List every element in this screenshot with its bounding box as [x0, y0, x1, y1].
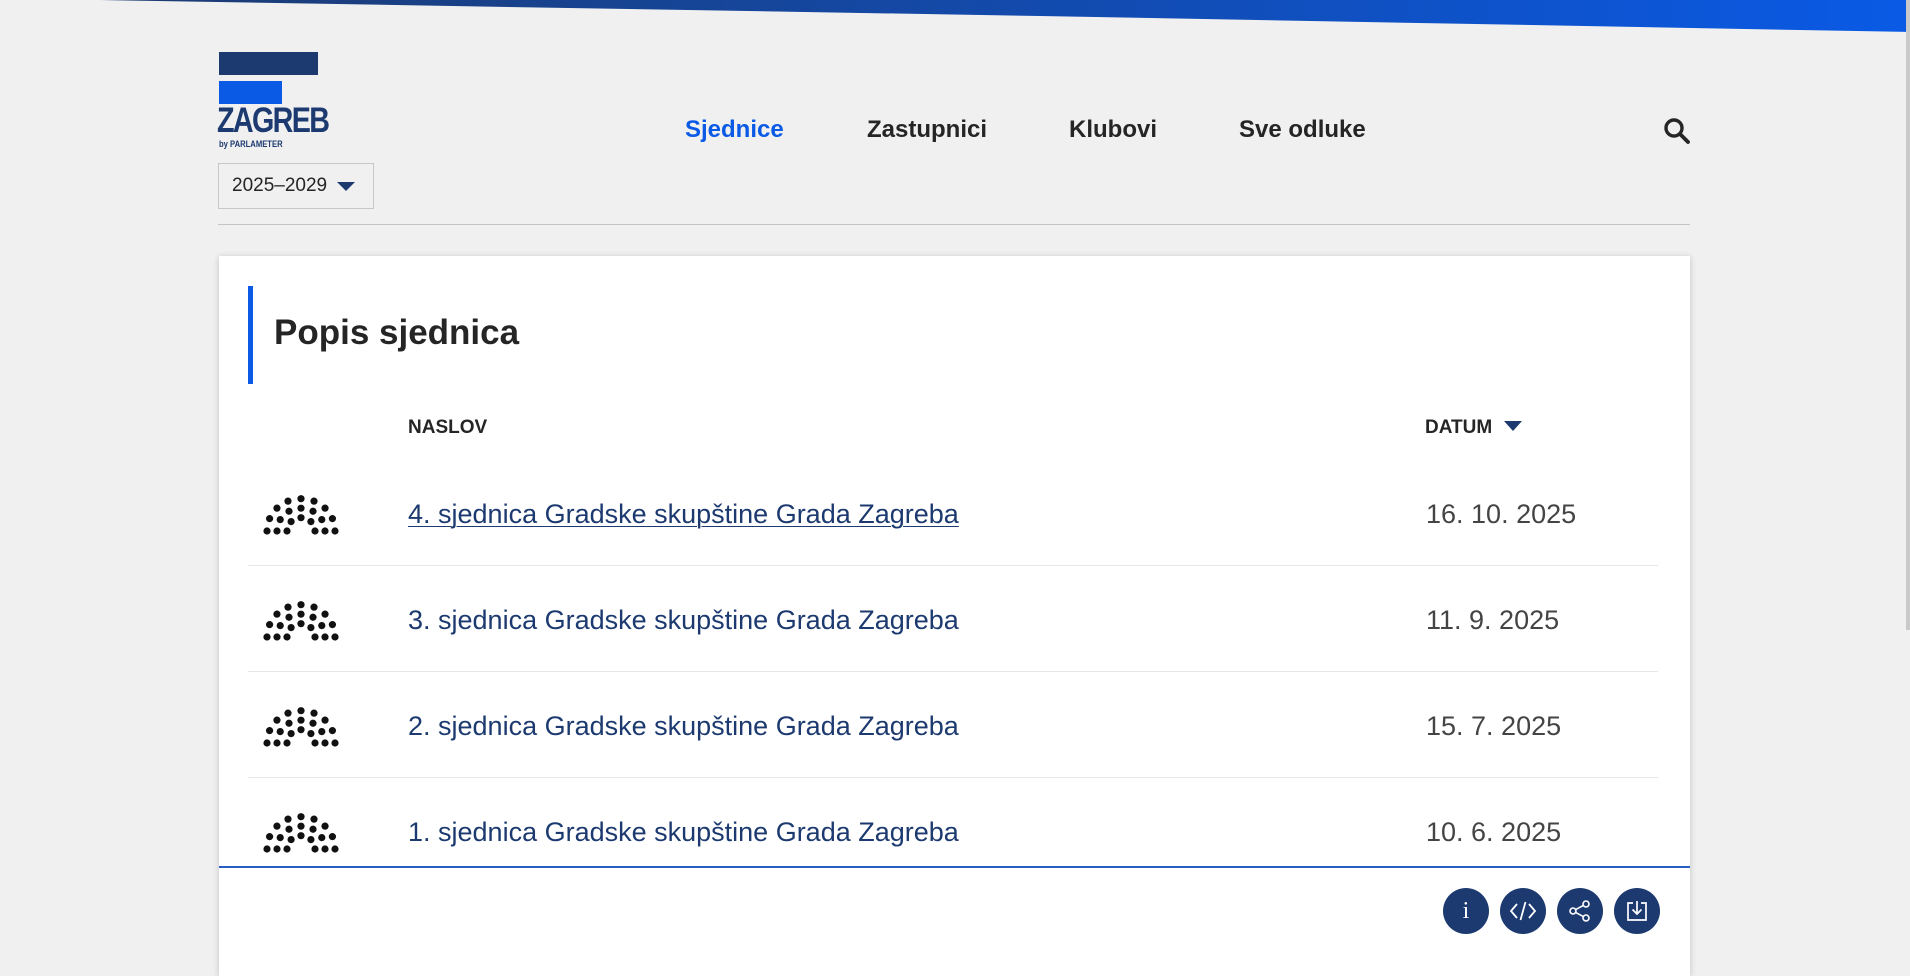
top-accent-stripe [100, 0, 1910, 32]
share-icon [1569, 900, 1590, 922]
parliament-seats-icon [263, 707, 339, 747]
session-date: 11. 9. 2025 [1426, 605, 1560, 635]
nav-item-zastupnici[interactable]: Zastupnici [867, 115, 987, 145]
column-header-date-label: DATUM [1425, 417, 1493, 438]
embed-button[interactable] [1500, 888, 1546, 934]
session-row[interactable]: 3. sjednica Gradske skupštine Grada Zagr… [248, 566, 1658, 672]
nav-item-klubovi[interactable]: Klubovi [1069, 115, 1157, 145]
term-select[interactable]: 2025–2029 [218, 163, 374, 209]
session-date: 10. 6. 2025 [1426, 817, 1562, 847]
nav-item-sve-odluke[interactable]: Sve odluke [1239, 115, 1366, 145]
logo-bar-top [219, 52, 318, 75]
download-button[interactable] [1614, 888, 1660, 934]
page-scrollbar[interactable] [1906, 0, 1910, 630]
parliament-seats-icon [263, 495, 339, 535]
session-title-link[interactable]: 1. sjednica Gradske skupštine Grada Zagr… [408, 816, 959, 848]
logo-wordmark: ZAGREB [217, 101, 330, 140]
card-footer-divider [219, 866, 1690, 868]
session-row[interactable]: 1. sjednica Gradske skupštine Grada Zagr… [248, 778, 1658, 884]
download-icon [1627, 901, 1647, 921]
column-header-date[interactable]: DATUM [1425, 416, 1523, 440]
info-icon: i [1462, 898, 1470, 924]
search-icon[interactable] [1663, 117, 1691, 145]
header-divider [218, 224, 1690, 225]
card-title: Popis sjednica [274, 313, 520, 352]
share-button[interactable] [1557, 888, 1603, 934]
session-date: 16. 10. 2025 [1426, 499, 1577, 529]
parliament-seats-icon [263, 813, 339, 853]
session-title-link[interactable]: 2. sjednica Gradske skupštine Grada Zagr… [408, 710, 959, 742]
chevron-down-icon [337, 181, 356, 191]
sessions-card: Popis sjednica NASLOV DATUM 4. sjednica … [219, 256, 1690, 976]
title-accent-bar [248, 286, 253, 384]
session-row[interactable]: 2. sjednica Gradske skupštine Grada Zagr… [248, 672, 1658, 778]
sort-descending-icon[interactable] [1504, 420, 1523, 431]
session-row[interactable]: 4. sjednica Gradske skupštine Grada Zagr… [248, 460, 1658, 566]
session-title-link[interactable]: 3. sjednica Gradske skupštine Grada Zagr… [408, 604, 959, 636]
logo-tagline: by PARLAMETER [219, 139, 283, 149]
session-date: 15. 7. 2025 [1426, 711, 1562, 741]
term-select-value: 2025–2029 [232, 175, 328, 196]
info-button[interactable]: i [1443, 888, 1489, 934]
nav-item-sjednice[interactable]: Sjednice [685, 115, 784, 145]
site-logo[interactable]: ZAGREB by PARLAMETER [217, 52, 330, 149]
parliament-seats-icon [263, 601, 339, 641]
code-icon [1509, 901, 1537, 921]
column-header-title: NASLOV [408, 417, 488, 438]
session-title-link[interactable]: 4. sjednica Gradske skupštine Grada Zagr… [408, 498, 959, 530]
